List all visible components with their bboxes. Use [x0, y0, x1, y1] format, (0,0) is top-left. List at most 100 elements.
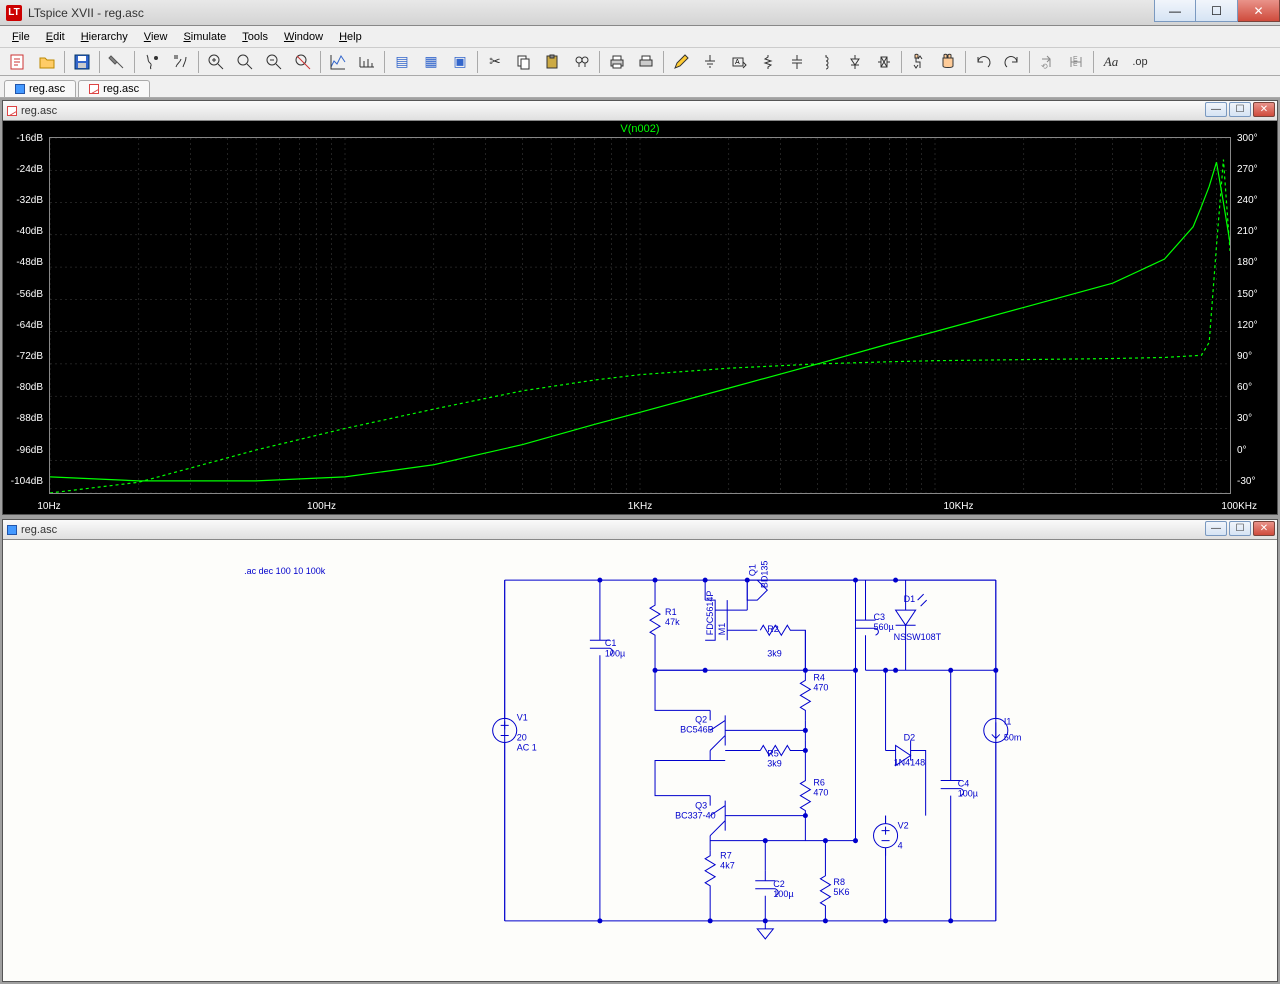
- tile-icon[interactable]: ▤: [388, 50, 416, 74]
- capacitor-icon[interactable]: [783, 50, 811, 74]
- svg-text:3k9: 3k9: [767, 648, 782, 658]
- settings-icon[interactable]: [353, 50, 381, 74]
- tab-schematic[interactable]: reg.asc: [4, 80, 76, 97]
- svg-text:470: 470: [813, 788, 828, 798]
- redo-icon[interactable]: [998, 50, 1026, 74]
- menu-tools[interactable]: Tools: [234, 29, 276, 45]
- ground-icon[interactable]: [696, 50, 724, 74]
- cascade-icon[interactable]: ▦: [417, 50, 445, 74]
- svg-text:R2: R2: [767, 624, 779, 634]
- rotate-icon[interactable]: ⟲: [1033, 50, 1061, 74]
- x-label: 1KHz: [628, 501, 652, 512]
- zoom-in-icon[interactable]: [202, 50, 230, 74]
- yright-label: 240°: [1233, 195, 1277, 206]
- schematic-close-button[interactable]: ✕: [1253, 521, 1275, 536]
- plot-canvas: [50, 138, 1230, 493]
- move-icon[interactable]: [905, 50, 933, 74]
- zoom-fit-icon[interactable]: [289, 50, 317, 74]
- text-icon[interactable]: Aa: [1097, 50, 1125, 74]
- schematic-canvas[interactable]: .ac dec 100 10 100k V1 20 AC 1 C1 100µ R…: [3, 540, 1277, 981]
- svg-text:3k9: 3k9: [767, 759, 782, 769]
- schematic-window-title: reg.asc: [21, 524, 57, 536]
- svg-text:Q1: Q1: [747, 564, 757, 576]
- print-setup-icon[interactable]: [632, 50, 660, 74]
- schematic-window: reg.asc — ☐ ✕: [2, 519, 1278, 982]
- label-icon[interactable]: A: [725, 50, 753, 74]
- menu-simulate[interactable]: Simulate: [175, 29, 234, 45]
- close-button[interactable]: ✕: [1238, 0, 1280, 22]
- schematic-window-titlebar[interactable]: reg.asc — ☐ ✕: [3, 520, 1277, 540]
- yleft-label: -72dB: [3, 351, 47, 362]
- menu-hierarchy[interactable]: Hierarchy: [73, 29, 136, 45]
- halt-icon[interactable]: [167, 50, 195, 74]
- resistor-icon[interactable]: [754, 50, 782, 74]
- yleft-label: -24dB: [3, 164, 47, 175]
- save-icon[interactable]: [68, 50, 96, 74]
- schematic-tab-icon: [15, 84, 25, 94]
- copy-icon[interactable]: [510, 50, 538, 74]
- run-icon[interactable]: [138, 50, 166, 74]
- yright-label: 90°: [1233, 351, 1277, 362]
- svg-text:470: 470: [813, 682, 828, 692]
- pencil-icon[interactable]: [667, 50, 695, 74]
- plot-window: reg.asc — ☐ ✕ V(n002) -16dB -24dB -32dB …: [2, 100, 1278, 515]
- yleft-label: -80dB: [3, 382, 47, 393]
- svg-text:5K6: 5K6: [833, 887, 849, 897]
- yleft-label: -104dB: [3, 476, 47, 487]
- print-icon[interactable]: [603, 50, 631, 74]
- paste-icon[interactable]: [539, 50, 567, 74]
- autorange-icon[interactable]: [324, 50, 352, 74]
- hammer-icon[interactable]: [103, 50, 131, 74]
- zoom-out-icon[interactable]: [260, 50, 288, 74]
- maximize-button[interactable]: ☐: [1196, 0, 1238, 22]
- inductor-icon[interactable]: [812, 50, 840, 74]
- pan-icon[interactable]: [231, 50, 259, 74]
- svg-text:Q2: Q2: [695, 714, 707, 724]
- yright-label: 30°: [1233, 413, 1277, 424]
- yright-label: 300°: [1233, 133, 1277, 144]
- yleft-label: -48dB: [3, 257, 47, 268]
- yleft-label: -56dB: [3, 289, 47, 300]
- open-icon[interactable]: [33, 50, 61, 74]
- find-icon[interactable]: [568, 50, 596, 74]
- cut-icon[interactable]: ✂: [481, 50, 509, 74]
- menu-file[interactable]: File: [4, 29, 38, 45]
- schematic-maximize-button[interactable]: ☐: [1229, 521, 1251, 536]
- minimize-button[interactable]: —: [1154, 0, 1196, 22]
- svg-text:D1: D1: [904, 594, 916, 604]
- plot-close-button[interactable]: ✕: [1253, 102, 1275, 117]
- svg-text:V2: V2: [898, 821, 909, 831]
- menu-view[interactable]: View: [136, 29, 176, 45]
- diode-icon[interactable]: [841, 50, 869, 74]
- trace-label[interactable]: V(n002): [3, 123, 1277, 135]
- new-schematic-icon[interactable]: [4, 50, 32, 74]
- schematic-minimize-button[interactable]: —: [1205, 521, 1227, 536]
- plot-minimize-button[interactable]: —: [1205, 102, 1227, 117]
- yleft-label: -32dB: [3, 195, 47, 206]
- tab-plot[interactable]: reg.asc: [78, 80, 150, 97]
- workspace: reg.asc — ☐ ✕ V(n002) -16dB -24dB -32dB …: [0, 98, 1280, 984]
- plot-body[interactable]: V(n002) -16dB -24dB -32dB -40dB -48dB -5…: [3, 121, 1277, 514]
- component-icon[interactable]: [870, 50, 898, 74]
- undo-icon[interactable]: [969, 50, 997, 74]
- plot-maximize-button[interactable]: ☐: [1229, 102, 1251, 117]
- menu-window[interactable]: Window: [276, 29, 331, 45]
- mirror-icon[interactable]: EE: [1062, 50, 1090, 74]
- menu-help[interactable]: Help: [331, 29, 370, 45]
- tab-label: reg.asc: [29, 83, 65, 95]
- svg-text:E: E: [1073, 59, 1078, 66]
- plot-window-titlebar[interactable]: reg.asc — ☐ ✕: [3, 101, 1277, 121]
- yleft-label: -16dB: [3, 133, 47, 144]
- svg-text:R1: R1: [665, 607, 677, 617]
- plot-window-icon: [7, 106, 17, 116]
- yright-label: -30°: [1233, 476, 1277, 487]
- drag-icon[interactable]: [934, 50, 962, 74]
- plot-area[interactable]: [49, 137, 1231, 494]
- yleft-label: -64dB: [3, 320, 47, 331]
- svg-text:⟲: ⟲: [1041, 62, 1048, 71]
- spice-directive-icon[interactable]: .op: [1126, 50, 1154, 74]
- close-windows-icon[interactable]: ▣: [446, 50, 474, 74]
- menu-edit[interactable]: Edit: [38, 29, 73, 45]
- svg-text:C2: C2: [773, 879, 785, 889]
- yright-label: 120°: [1233, 320, 1277, 331]
